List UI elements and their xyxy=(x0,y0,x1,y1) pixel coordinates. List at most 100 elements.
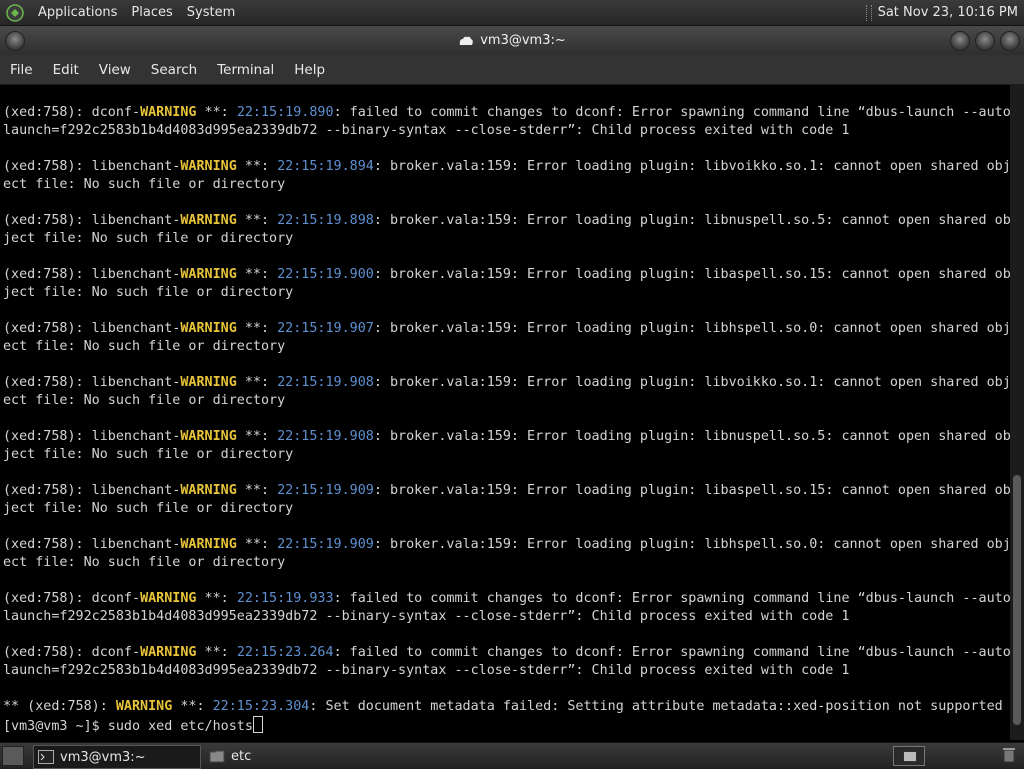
timestamp: 22:15:19.933 xyxy=(236,591,334,606)
terminal-title-icon xyxy=(460,36,474,45)
menu-file[interactable]: File xyxy=(0,62,43,78)
menu-help[interactable]: Help xyxy=(284,62,335,78)
timestamp: 22:15:19.900 xyxy=(277,267,374,282)
warning-label: WARNING xyxy=(140,645,197,660)
scrollbar-thumb[interactable] xyxy=(1013,475,1021,725)
minimize-button[interactable] xyxy=(950,31,970,51)
terminal-text: ** (xed:758): xyxy=(3,699,116,714)
terminal-line: (xed:758): libenchant-WARNING **: 22:15:… xyxy=(3,374,1010,392)
terminal-text: ect file: No such file or directory xyxy=(3,339,286,354)
timestamp: 22:15:19.898 xyxy=(277,213,374,228)
terminal-line: (xed:758): dconf-WARNING **: 22:15:19.93… xyxy=(3,590,1010,608)
warning-label: WARNING xyxy=(180,267,237,282)
terminal-text: : broker.vala:159: Error loading plugin:… xyxy=(373,429,1010,444)
window-title: vm3@vm3:~ xyxy=(480,33,566,48)
timestamp: 22:15:19.909 xyxy=(277,537,374,552)
terminal-text: : broker.vala:159: Error loading plugin:… xyxy=(373,483,1010,498)
system-menu[interactable]: System xyxy=(187,5,235,20)
mate-logo-icon[interactable] xyxy=(6,3,24,22)
timestamp: 22:15:19.909 xyxy=(277,483,374,498)
terminal-text: ject file: No such file or directory xyxy=(3,231,294,246)
places-menu[interactable]: Places xyxy=(131,5,172,20)
terminal-line: ject file: No such file or directory xyxy=(3,446,1010,464)
folder-icon xyxy=(209,750,225,763)
terminal-line: launch=f292c2583b1b4d4083d995ea2339db72 … xyxy=(3,608,1010,626)
terminal-text: (xed:758): libenchant- xyxy=(3,213,181,228)
terminal-text: (xed:758): libenchant- xyxy=(3,321,181,336)
window-titlebar[interactable]: vm3@vm3:~ xyxy=(0,26,1024,55)
terminal-text: : broker.vala:159: Error loading plugin:… xyxy=(373,159,1010,174)
terminal-text: (xed:758): libenchant- xyxy=(3,429,181,444)
terminal-output[interactable]: (xed:758): dconf-WARNING **: 22:15:19.89… xyxy=(0,85,1010,740)
terminal-line: (xed:758): libenchant-WARNING **: 22:15:… xyxy=(3,158,1010,176)
terminal-text: **: xyxy=(236,267,278,282)
top-panel: Applications Places System Sat Nov 23, 1… xyxy=(0,0,1024,26)
maximize-button[interactable] xyxy=(975,31,995,51)
warning-label: WARNING xyxy=(140,105,197,120)
terminal-line: (xed:758): libenchant-WARNING **: 22:15:… xyxy=(3,428,1010,446)
scrollbar[interactable] xyxy=(1010,85,1024,740)
menu-terminal[interactable]: Terminal xyxy=(207,62,284,78)
terminal-text: : failed to commit changes to dconf: Err… xyxy=(333,591,1010,606)
terminal-text: ect file: No such file or directory xyxy=(3,177,286,192)
warning-label: WARNING xyxy=(180,159,237,174)
terminal-text: ject file: No such file or directory xyxy=(3,447,294,462)
menu-search[interactable]: Search xyxy=(141,62,207,78)
terminal-text: ject file: No such file or directory xyxy=(3,285,294,300)
terminal-text: **: xyxy=(196,591,237,606)
terminal-line: launch=f292c2583b1b4d4083d995ea2339db72 … xyxy=(3,122,1010,140)
terminal-text: launch=f292c2583b1b4d4083d995ea2339db72 … xyxy=(3,663,850,678)
terminal-text: : broker.vala:159: Error loading plugin:… xyxy=(373,321,1010,336)
timestamp: 22:15:23.264 xyxy=(236,645,334,660)
terminal-text: **: xyxy=(236,375,278,390)
terminal-text: (xed:758): dconf- xyxy=(3,645,141,660)
timestamp: 22:15:19.908 xyxy=(277,429,374,444)
timestamp: 22:15:19.907 xyxy=(277,321,374,336)
terminal-text: (xed:758): libenchant- xyxy=(3,267,181,282)
menu-edit[interactable]: Edit xyxy=(43,62,89,78)
terminal-text: [vm3@vm3 ~]$ sudo xed etc/hosts xyxy=(3,719,253,734)
terminal-line: ** (xed:758): WARNING **: 22:15:23.304: … xyxy=(3,698,1010,716)
terminal-text: ect file: No such file or directory xyxy=(3,555,286,570)
taskbar-item-terminal[interactable]: vm3@vm3:~ xyxy=(33,745,201,769)
terminal-line: ect file: No such file or directory xyxy=(3,554,1010,572)
trash-icon[interactable] xyxy=(1000,746,1018,764)
panel-handle[interactable] xyxy=(865,4,872,21)
warning-label: WARNING xyxy=(140,591,197,606)
menu-view[interactable]: View xyxy=(89,62,141,78)
close-button[interactable] xyxy=(1000,31,1020,51)
taskbar-item-label: vm3@vm3:~ xyxy=(60,749,146,765)
clock[interactable]: Sat Nov 23, 10:16 PM xyxy=(878,5,1018,20)
terminal-text: : failed to commit changes to dconf: Err… xyxy=(333,105,1010,120)
terminal-text: : broker.vala:159: Error loading plugin:… xyxy=(373,537,1010,552)
workspace-switcher-icon[interactable] xyxy=(893,746,925,766)
terminal-text: **: xyxy=(196,645,237,660)
warning-label: WARNING xyxy=(115,699,173,714)
terminal-text: launch=f292c2583b1b4d4083d995ea2339db72 … xyxy=(3,609,850,624)
timestamp: 22:15:19.890 xyxy=(236,105,334,120)
taskbar-item-folder[interactable]: etc xyxy=(205,745,375,767)
warning-label: WARNING xyxy=(180,375,237,390)
terminal-text: (xed:758): dconf- xyxy=(3,591,141,606)
terminal-line: ject file: No such file or directory xyxy=(3,500,1010,518)
terminal-text: ject file: No such file or directory xyxy=(3,501,294,516)
warning-label: WARNING xyxy=(180,321,237,336)
terminal-text: **: xyxy=(172,699,213,714)
terminal-text: (xed:758): libenchant- xyxy=(3,375,181,390)
show-desktop-icon[interactable] xyxy=(2,746,24,766)
terminal-icon xyxy=(38,750,54,764)
applications-menu[interactable]: Applications xyxy=(38,5,117,20)
terminal-text: **: xyxy=(236,321,278,336)
terminal-line: [vm3@vm3 ~]$ sudo xed etc/hosts xyxy=(3,716,1010,734)
terminal-text: launch=f292c2583b1b4d4083d995ea2339db72 … xyxy=(3,123,850,138)
terminal-line: launch=f292c2583b1b4d4083d995ea2339db72 … xyxy=(3,662,1010,680)
terminal-text: (xed:758): libenchant- xyxy=(3,483,181,498)
